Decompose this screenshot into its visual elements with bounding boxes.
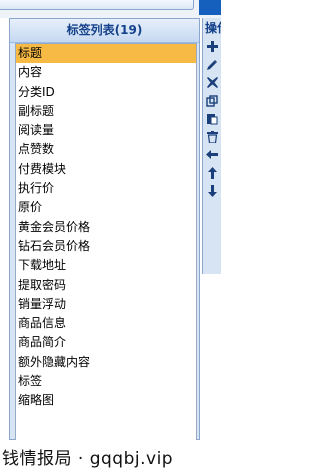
tag-listbox[interactable]: 标题 内容 分类ID 副标题 阅读量 点赞数 付费模块 执行价 原价 黄金会员价…: [15, 43, 197, 441]
operations-label: 操作: [205, 21, 221, 35]
top-bar: [0, 0, 221, 18]
arrow-up-icon[interactable]: [204, 167, 220, 183]
list-item[interactable]: 原价: [16, 198, 196, 217]
paste-icon[interactable]: [204, 113, 220, 129]
watermark-text: 钱情报局 · gqqbj.vip: [2, 449, 174, 469]
tab-strip[interactable]: [0, 0, 194, 10]
list-item[interactable]: 销量浮动: [16, 295, 196, 314]
list-item[interactable]: 缩略图: [16, 391, 196, 410]
list-item[interactable]: 下载地址: [16, 256, 196, 275]
list-item[interactable]: 标签: [16, 372, 196, 391]
list-item[interactable]: 额外隐藏内容: [16, 353, 196, 372]
delete-icon[interactable]: [204, 77, 220, 93]
list-item[interactable]: 分类ID: [16, 83, 196, 102]
copy-icon[interactable]: [204, 95, 220, 111]
list-item[interactable]: 商品信息: [16, 314, 196, 333]
accent-bar: [199, 0, 221, 15]
plus-icon[interactable]: [204, 41, 220, 57]
list-item[interactable]: 商品简介: [16, 333, 196, 352]
trash-icon[interactable]: [204, 131, 220, 147]
list-item[interactable]: 阅读量: [16, 121, 196, 140]
arrow-left-icon[interactable]: [204, 149, 220, 165]
list-item[interactable]: 执行价: [16, 179, 196, 198]
list-item[interactable]: 内容: [16, 63, 196, 82]
list-item[interactable]: 标题: [16, 44, 196, 64]
list-item[interactable]: 付费模块: [16, 160, 196, 179]
arrow-down-icon[interactable]: [204, 185, 220, 201]
list-item[interactable]: 钻石会员价格: [16, 237, 196, 256]
list-item[interactable]: 黄金会员价格: [16, 218, 196, 237]
panel-title: 标签列表(19): [10, 19, 199, 43]
list-item[interactable]: 提取密码: [16, 276, 196, 295]
list-item[interactable]: 点赞数: [16, 140, 196, 159]
tag-list-panel: 标签列表(19) 标题 内容 分类ID 副标题 阅读量 点赞数 付费模块 执行价…: [9, 18, 200, 441]
list-item[interactable]: 副标题: [16, 102, 196, 121]
pencil-icon[interactable]: [204, 59, 220, 75]
operations-toolbar: 操作: [202, 18, 221, 274]
